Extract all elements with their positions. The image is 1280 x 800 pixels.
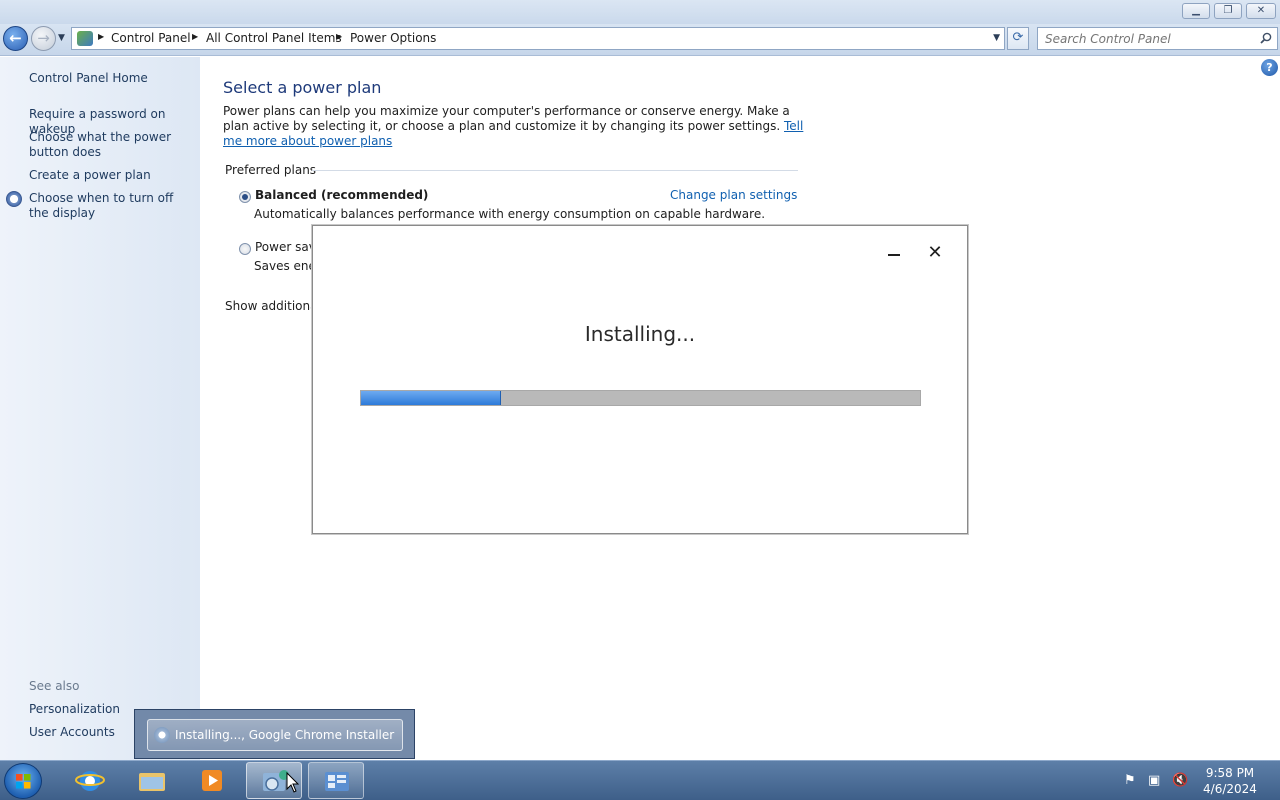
taskbar-internet-explorer[interactable] xyxy=(62,762,118,799)
left-navigation-pane: Control Panel Home Require a password on… xyxy=(0,57,200,760)
taskbar-file-explorer[interactable] xyxy=(124,762,180,799)
install-progress-fill xyxy=(361,391,501,405)
intro-paragraph: Power plans can help you maximize your c… xyxy=(223,104,813,149)
window-minimize-button[interactable]: ▁ xyxy=(1182,3,1210,19)
installer-icon xyxy=(154,727,170,743)
turn-off-display-link[interactable]: Choose when to turn off the display xyxy=(29,191,189,221)
clock-date: 4/6/2024 xyxy=(1203,782,1257,796)
windows-logo-icon xyxy=(16,774,31,789)
recent-pages-dropdown-icon[interactable]: ▼ xyxy=(58,33,65,43)
system-clock[interactable]: 9:58 PM 4/6/2024 xyxy=(1198,765,1262,797)
installing-status-text: Installing... xyxy=(584,322,696,346)
breadcrumb-power-options[interactable]: Power Options xyxy=(350,31,436,45)
see-also-heading: See also xyxy=(29,679,80,693)
forward-button[interactable]: → xyxy=(31,26,56,51)
preferred-plans-heading: Preferred plans xyxy=(225,163,317,177)
media-player-icon xyxy=(202,770,222,791)
chrome-installer-dialog: ✕ Installing... xyxy=(312,225,968,534)
change-plan-settings-link[interactable]: Change plan settings xyxy=(670,188,797,202)
installer-window-thumbnail[interactable]: Installing..., Google Chrome Installer xyxy=(147,719,403,751)
network-icon[interactable]: ▣ xyxy=(1148,773,1160,788)
breadcrumb-separator-icon[interactable]: ▶ xyxy=(192,32,198,41)
search-box[interactable] xyxy=(1037,27,1278,50)
volume-muted-icon[interactable]: 🔇 xyxy=(1172,773,1188,788)
intro-text: Power plans can help you maximize your c… xyxy=(223,104,790,133)
back-button[interactable]: ← xyxy=(3,26,28,51)
folder-icon xyxy=(139,773,165,791)
taskbar-thumbnail-popup: Installing..., Google Chrome Installer xyxy=(134,709,415,759)
breadcrumb-separator-icon[interactable]: ▶ xyxy=(98,32,104,41)
breadcrumb-separator-icon[interactable]: ▶ xyxy=(336,32,342,41)
start-button[interactable] xyxy=(4,763,42,799)
window-titlebar: ▁ ❐ ✕ xyxy=(0,0,1280,24)
refresh-button[interactable]: ⟳ xyxy=(1007,27,1029,50)
address-bar[interactable]: ▶ Control Panel ▶ All Control Panel Item… xyxy=(71,27,1005,50)
balanced-plan-radio[interactable] xyxy=(239,191,251,203)
action-center-flag-icon[interactable]: ⚑ xyxy=(1124,773,1136,788)
installer-taskbar-icon xyxy=(325,772,349,791)
power-button-link[interactable]: Choose what the power button does xyxy=(29,130,199,160)
control-panel-icon xyxy=(77,31,93,46)
window-restore-button[interactable]: ❐ xyxy=(1214,3,1242,19)
section-divider xyxy=(312,170,798,171)
navigation-bar: ← → ▼ ▶ Control Panel ▶ All Control Pane… xyxy=(0,24,1280,56)
power-saver-plan-radio[interactable] xyxy=(239,243,251,255)
balanced-plan-name[interactable]: Balanced (recommended) xyxy=(255,188,428,202)
thumbnail-label[interactable]: Installing..., Google Chrome Installer xyxy=(175,728,394,742)
taskbar-media-player[interactable] xyxy=(184,762,240,799)
install-progress-bar xyxy=(360,390,921,406)
breadcrumb-control-panel[interactable]: Control Panel xyxy=(111,31,191,45)
show-additional-plans-toggle[interactable]: Show additional xyxy=(225,299,321,313)
dialog-close-button[interactable]: ✕ xyxy=(927,244,943,262)
balanced-plan-description: Automatically balances performance with … xyxy=(254,207,766,221)
taskbar: ⚑ ▣ 🔇 9:58 PM 4/6/2024 xyxy=(0,760,1280,800)
window-close-button[interactable]: ✕ xyxy=(1246,3,1276,19)
help-icon[interactable]: ? xyxy=(1261,59,1278,76)
create-power-plan-link[interactable]: Create a power plan xyxy=(29,168,197,183)
breadcrumb-all-items[interactable]: All Control Panel Items xyxy=(206,31,342,45)
address-dropdown-icon[interactable]: ▼ xyxy=(993,33,1000,43)
clock-time: 9:58 PM xyxy=(1205,766,1255,780)
dialog-minimize-button[interactable] xyxy=(887,244,903,260)
display-clock-icon xyxy=(6,191,22,207)
taskbar-installer[interactable] xyxy=(308,762,364,799)
mouse-cursor-icon xyxy=(286,772,300,793)
control-panel-home-link[interactable]: Control Panel Home xyxy=(29,71,197,86)
search-input[interactable] xyxy=(1038,28,1253,49)
search-icon[interactable] xyxy=(1260,32,1272,44)
internet-explorer-icon xyxy=(75,771,105,791)
page-title: Select a power plan xyxy=(223,78,382,97)
